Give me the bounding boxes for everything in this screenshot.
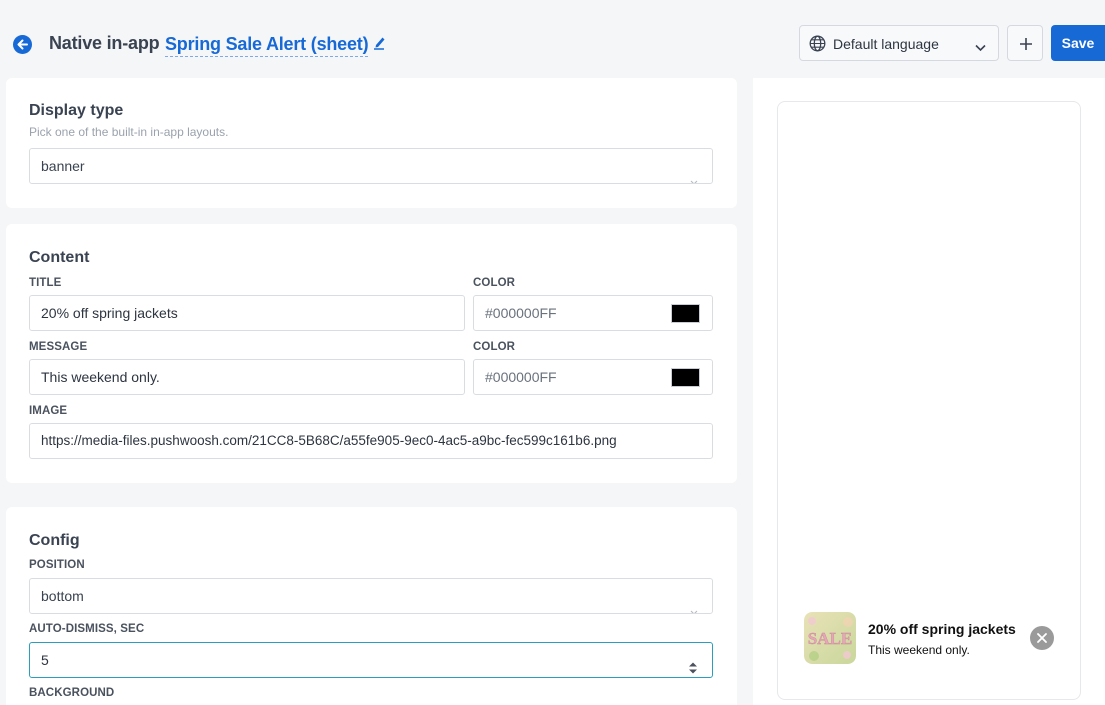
message-color-label: COLOR bbox=[473, 341, 516, 353]
close-icon[interactable] bbox=[1030, 626, 1054, 650]
title-color-input[interactable]: #000000FF bbox=[473, 295, 713, 331]
message-color-swatch[interactable] bbox=[671, 368, 700, 387]
title-color-value: #000000FF bbox=[485, 305, 557, 321]
device-preview bbox=[777, 101, 1081, 700]
position-select[interactable]: bottom bbox=[29, 578, 713, 614]
content-card: Content TITLE 20% off spring jackets COL… bbox=[6, 224, 737, 483]
display-type-subtitle: Pick one of the built-in in-app layouts. bbox=[29, 125, 229, 139]
language-label: Default language bbox=[833, 36, 939, 52]
stepper-icon[interactable] bbox=[688, 653, 698, 677]
title-color-swatch[interactable] bbox=[671, 304, 700, 323]
title-color-label: COLOR bbox=[473, 277, 516, 289]
banner-title: 20% off spring jackets bbox=[868, 621, 1016, 637]
auto-dismiss-value: 5 bbox=[41, 652, 49, 668]
header: Native in-app Spring Sale Alert (sheet) … bbox=[0, 0, 1105, 78]
save-button[interactable]: Save bbox=[1051, 25, 1105, 61]
campaign-name[interactable]: Spring Sale Alert (sheet) bbox=[165, 34, 369, 57]
language-select[interactable]: Default language bbox=[799, 25, 999, 61]
position-value: bottom bbox=[41, 588, 84, 604]
auto-dismiss-label: AUTO-DISMISS, SEC bbox=[29, 623, 145, 635]
banner-image-text: SALE bbox=[808, 629, 852, 648]
chevron-down-icon bbox=[690, 163, 698, 183]
banner-image: SALE bbox=[804, 612, 856, 664]
banner-message: This weekend only. bbox=[868, 643, 970, 657]
image-url-input[interactable]: https://media-files.pushwoosh.com/21CC8-… bbox=[29, 423, 713, 459]
title-input[interactable]: 20% off spring jackets bbox=[29, 295, 465, 331]
display-type-select[interactable]: banner bbox=[29, 148, 713, 184]
add-language-button[interactable] bbox=[1007, 25, 1043, 61]
display-type-title: Display type bbox=[29, 102, 124, 119]
background-label: BACKGROUND bbox=[29, 687, 115, 699]
pencil-icon[interactable] bbox=[373, 34, 387, 55]
message-color-value: #000000FF bbox=[485, 369, 557, 385]
image-label: IMAGE bbox=[29, 405, 68, 417]
chevron-down-icon bbox=[690, 593, 698, 613]
page-title: Native in-app bbox=[49, 33, 160, 53]
title-label: TITLE bbox=[29, 277, 62, 289]
auto-dismiss-input[interactable]: 5 bbox=[29, 642, 713, 678]
globe-icon bbox=[809, 35, 826, 57]
chevron-down-icon bbox=[975, 39, 986, 57]
display-type-card: Display type Pick one of the built-in in… bbox=[6, 78, 737, 208]
config-card: Config POSITION bottom AUTO-DISMISS, SEC… bbox=[6, 507, 737, 705]
back-arrow-icon[interactable] bbox=[13, 35, 32, 54]
position-label: POSITION bbox=[29, 559, 85, 571]
content-title: Content bbox=[29, 249, 90, 266]
message-input[interactable]: This weekend only. bbox=[29, 359, 465, 395]
message-color-input[interactable]: #000000FF bbox=[473, 359, 713, 395]
message-label: MESSAGE bbox=[29, 341, 88, 353]
display-type-value: banner bbox=[41, 158, 85, 174]
config-title: Config bbox=[29, 532, 80, 549]
